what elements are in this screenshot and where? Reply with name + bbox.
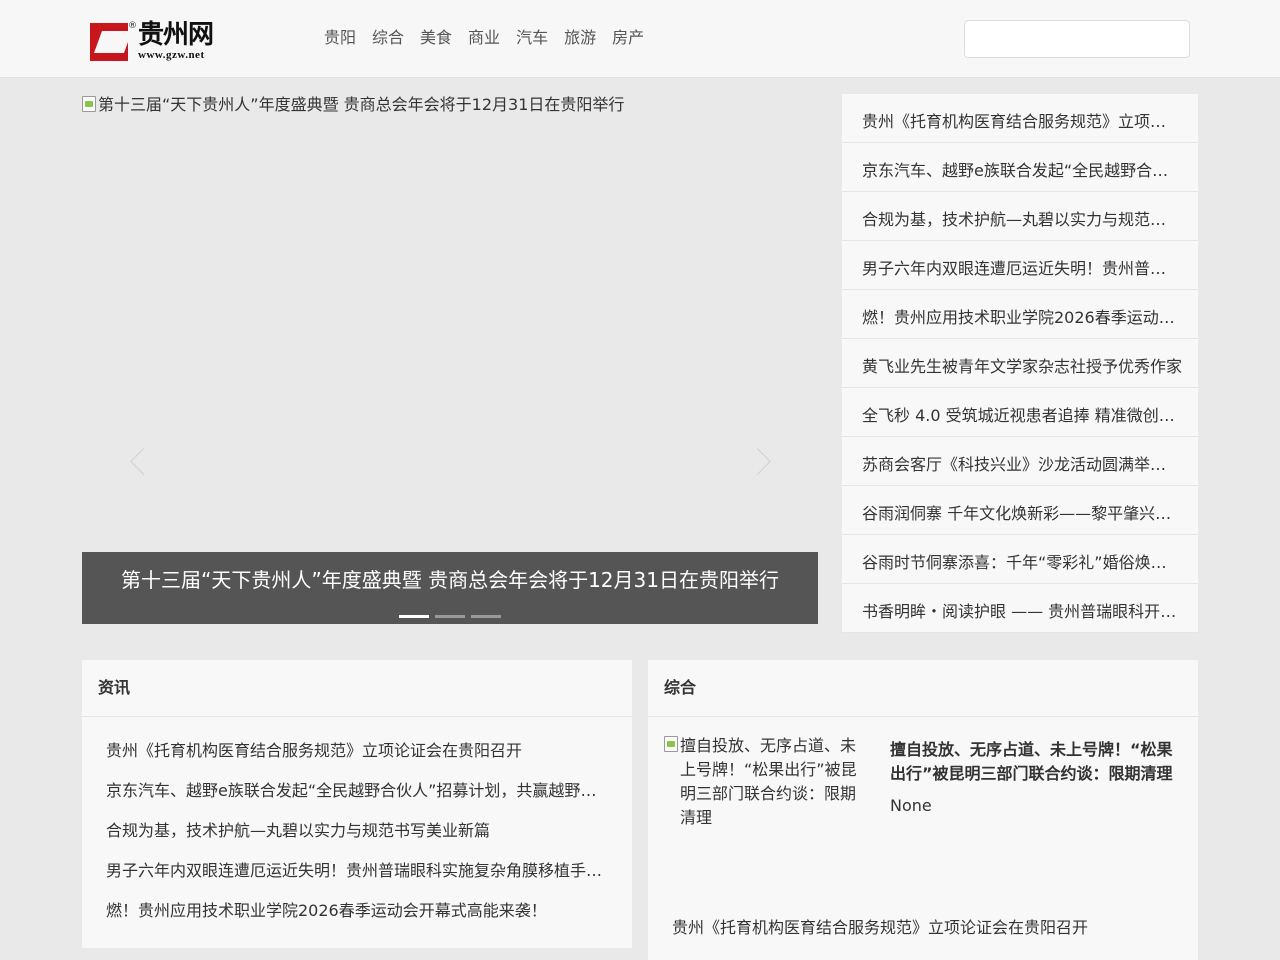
logo-mark-icon: ® (90, 21, 137, 61)
news-item[interactable]: 京东汽车、越野e族联合发起“全民越野合伙人”招募计划，共赢越野新时代 (106, 779, 608, 819)
general-panel: 综合 擅自投放、无序占道、未上号牌！“松果出行”被昆明三部门联合约谈：限期清理 … (648, 660, 1198, 960)
logo-url: www.gzw.net (138, 49, 205, 61)
news-item[interactable]: 男子六年内双眼连遭厄运近失明！贵州普瑞眼科实施复杂角膜移植手术成功 (106, 859, 608, 899)
headline-item[interactable]: 全飞秒 4.0 受筑城近视患者追捧 精准微创引领视觉新体验 (842, 388, 1198, 437)
headline-item[interactable]: 谷雨时节侗寨添喜：千年“零彩礼”婚俗焕发新活力 (842, 535, 1198, 584)
carousel-pagination (399, 615, 507, 618)
nav-item-business[interactable]: 商业 (468, 27, 500, 49)
carousel-dot-1[interactable] (399, 615, 429, 618)
headline-item[interactable]: 黄飞业先生被青年文学家杂志社授予优秀作家 (842, 339, 1198, 388)
headline-item[interactable]: 书香明眸・阅读护眼 —— 贵州普瑞眼科开展世界读书日活动 (842, 584, 1198, 633)
nav-item-general[interactable]: 综合 (372, 27, 404, 49)
headline-item[interactable]: 京东汽车、越野e族联合发起“全民越野合伙人”招募计划 (842, 143, 1198, 192)
feature-description: None (890, 796, 932, 815)
main-nav: 贵阳 综合 美食 商业 汽车 旅游 房产 (324, 27, 660, 49)
carousel-caption[interactable]: 第十三届“天下贵州人”年度盛典暨 贵商总会年会将于12月31日在贵阳举行 (82, 552, 818, 624)
nav-item-realestate[interactable]: 房产 (612, 27, 644, 49)
feature-title[interactable]: 擅自投放、无序占道、未上号牌！“松果出行”被昆明三部门联合约谈：限期清理 (890, 738, 1184, 786)
feature-image-alt: 擅自投放、无序占道、未上号牌！“松果出行”被昆明三部门联合约谈：限期清理 (680, 736, 857, 827)
carousel-dot-3[interactable] (471, 615, 501, 618)
headline-item[interactable]: 贵州《托育机构医育结合服务规范》立项论证会在贵阳召开 (842, 94, 1198, 143)
nav-item-auto[interactable]: 汽车 (516, 27, 548, 49)
feature-article: 擅自投放、无序占道、未上号牌！“松果出行”被昆明三部门联合约谈：限期清理 擅自投… (664, 734, 1184, 894)
nav-item-guiyang[interactable]: 贵阳 (324, 27, 356, 49)
search-input[interactable] (964, 20, 1190, 58)
headline-item[interactable]: 谷雨润侗寨 千年文化焕新彩——黎平肇兴侗寨 (842, 486, 1198, 535)
nav-item-food[interactable]: 美食 (420, 27, 452, 49)
logo-registered-mark: ® (128, 21, 137, 31)
news-list: 贵州《托育机构医育结合服务规范》立项论证会在贵阳召开 京东汽车、越野e族联合发起… (82, 717, 632, 939)
news-item[interactable]: 贵州《托育机构医育结合服务规范》立项论证会在贵阳召开 (672, 916, 1172, 940)
carousel-prev-arrow-icon[interactable] (124, 446, 154, 476)
headline-list: 贵州《托育机构医育结合服务规范》立项论证会在贵阳召开 京东汽车、越野e族联合发起… (842, 94, 1198, 633)
news-item[interactable]: 贵州《托育机构医育结合服务规范》立项论证会在贵阳召开 (106, 739, 608, 779)
news-item[interactable]: 燃！贵州应用技术职业学院2026春季运动会开幕式高能来袭！ (106, 899, 608, 939)
carousel-slide-image[interactable]: 第十三届“天下贵州人”年度盛典暨 贵商总会年会将于12月31日在贵阳举行 (82, 94, 624, 116)
headline-item[interactable]: 苏商会客厅《科技兴业》沙龙活动圆满举行，共话发展 (842, 437, 1198, 486)
hero-carousel: 第十三届“天下贵州人”年度盛典暨 贵商总会年会将于12月31日在贵阳举行 第十三… (82, 94, 818, 624)
site-logo[interactable]: ® 贵州网 www.gzw.net (90, 18, 246, 64)
carousel-next-arrow-icon[interactable] (746, 446, 776, 476)
broken-image-icon (82, 96, 96, 112)
logo-name: 贵州网 (138, 20, 214, 50)
news-item[interactable]: 合规为基，技术护航—丸碧以实力与规范书写美业新篇 (106, 819, 608, 859)
nav-item-travel[interactable]: 旅游 (564, 27, 596, 49)
news-panel-title: 资讯 (82, 660, 632, 717)
headline-item[interactable]: 燃！贵州应用技术职业学院2026春季运动会开幕式高能来袭！ (842, 290, 1198, 339)
news-panel: 资讯 贵州《托育机构医育结合服务规范》立项论证会在贵阳召开 京东汽车、越野e族联… (82, 660, 632, 948)
broken-image-icon (664, 736, 678, 752)
site-header: ® 贵州网 www.gzw.net 贵阳 综合 美食 商业 汽车 旅游 房产 (0, 0, 1280, 78)
headline-item[interactable]: 男子六年内双眼连遭厄运近失明！贵州普瑞眼科实施复杂角膜移植手术 (842, 241, 1198, 290)
general-panel-title: 综合 (648, 660, 1198, 717)
carousel-image-alt: 第十三届“天下贵州人”年度盛典暨 贵商总会年会将于12月31日在贵阳举行 (98, 95, 625, 114)
feature-image[interactable]: 擅自投放、无序占道、未上号牌！“松果出行”被昆明三部门联合约谈：限期清理 (664, 734, 862, 830)
carousel-dot-2[interactable] (435, 615, 465, 618)
headline-item[interactable]: 合规为基，技术护航—丸碧以实力与规范书写美业新篇 (842, 192, 1198, 241)
